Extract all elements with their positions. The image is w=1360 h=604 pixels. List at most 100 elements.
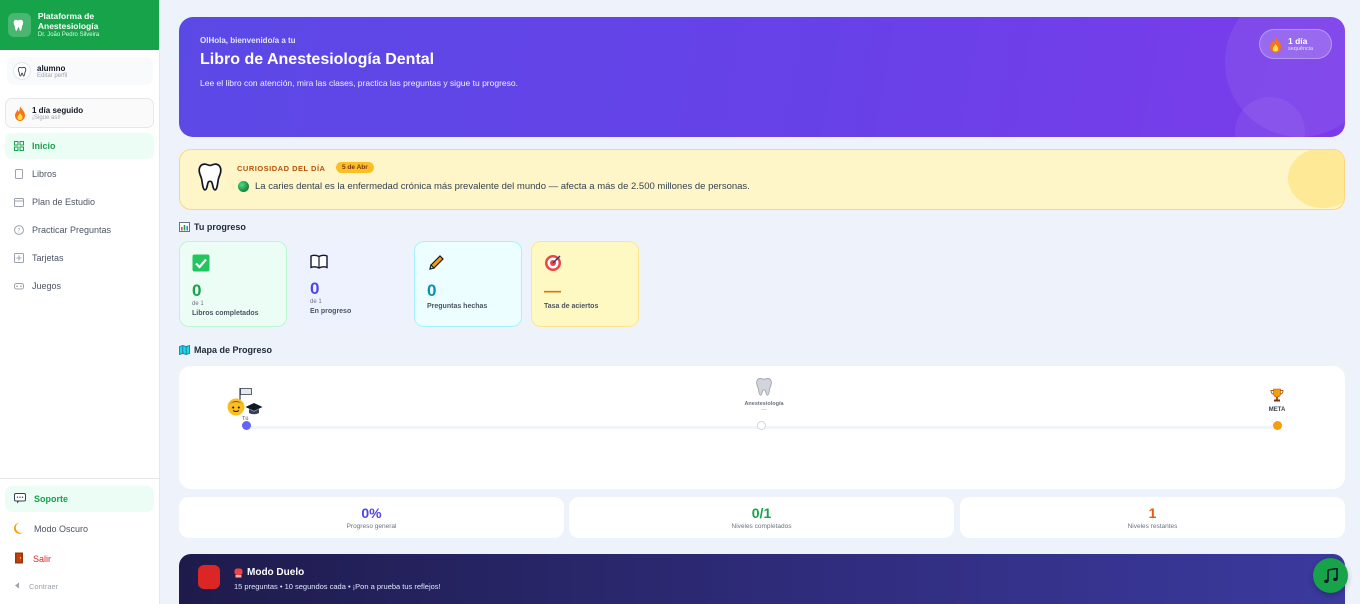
collapse-label: Contraer — [29, 581, 59, 591]
cards-icon — [14, 253, 24, 263]
goal-node: META — [1259, 388, 1295, 413]
tooth-icon — [198, 163, 222, 191]
streak-badge-subtitle: sequência — [1288, 46, 1314, 52]
level-dot — [757, 421, 766, 430]
curiosity-text: La caries dental es la enfermedad crónic… — [238, 181, 750, 192]
fire-icon — [1270, 35, 1281, 53]
sidebar-nav: Inicio Libros Plan de Estudio ? Practica… — [5, 133, 154, 301]
sidebar: Plataforma de Anestesiología Dr. João Pe… — [0, 0, 160, 604]
level-sublabel: — — [761, 407, 767, 413]
sidebar-item-label: Juegos — [32, 281, 62, 291]
globe-icon — [238, 181, 249, 192]
you-position-dot — [242, 421, 251, 430]
sidebar-item-label: Inicio — [32, 141, 56, 151]
dark-mode-label: Modo Oscuro — [34, 524, 89, 534]
boxing-glove-small-icon — [234, 568, 243, 577]
duel-title: Modo Duelo — [234, 567, 304, 578]
level-node-anestesiologia[interactable]: Anestesiología — — [734, 377, 794, 413]
accuracy-card: — Tasa de aciertos — [531, 241, 639, 327]
streak-card: 1 día seguido ¡Sigue así! — [5, 98, 154, 128]
goal-label: META — [1268, 407, 1286, 413]
sidebar-item-tarjetas[interactable]: Tarjetas — [5, 245, 154, 271]
sidebar-item-inicio[interactable]: Inicio — [5, 133, 154, 159]
streak-subtitle: ¡Sigue así! — [32, 114, 61, 121]
map-icon — [179, 345, 190, 355]
help-circle-icon: ? — [14, 225, 24, 235]
graduation-cap-icon — [245, 403, 263, 415]
summary-label: Niveles completados — [731, 523, 792, 530]
goal-dot — [1273, 421, 1282, 430]
curiosity-decoration — [1288, 150, 1344, 208]
target-icon — [545, 255, 561, 271]
brand-title: Plataforma de Anestesiología — [37, 10, 99, 31]
profile-card[interactable]: alumno Editar perfil — [7, 57, 153, 85]
progress-map: Tú Anestesiología — META — [179, 366, 1345, 489]
streak-badge: 1 día sequência — [1259, 29, 1332, 59]
levels-remaining-card: 1 Niveles restantes — [960, 497, 1345, 538]
sidebar-footer: Soporte Modo Oscuro Salir Contraer — [0, 478, 159, 600]
stat-label: Preguntas hechas — [427, 303, 488, 310]
stat-sub: de 1 — [310, 299, 322, 305]
welcome-hero: OlHola, bienvenido/a a tu Libro de Anest… — [179, 17, 1345, 137]
map-section-title: Mapa de Progreso — [179, 345, 272, 355]
curiosity-date-badge: 5 de Abr — [336, 162, 374, 173]
duel-subtitle: 15 preguntas • 10 segundos cada • ¡Pon a… — [234, 582, 441, 591]
music-note-icon — [1323, 567, 1338, 583]
map-title-text: Mapa de Progreso — [194, 345, 273, 355]
brand-subtitle: Dr. João Pedro Silveira — [37, 31, 100, 38]
streak-title: 1 día seguido — [32, 105, 84, 115]
summary-value: 0% — [361, 505, 382, 521]
check-icon — [192, 254, 210, 272]
stat-value: — — [544, 281, 561, 300]
sidebar-item-practicar-preguntas[interactable]: ? Practicar Preguntas — [5, 217, 154, 243]
curiosity-fact: La caries dental es la enfermedad crónic… — [255, 181, 750, 192]
tooth-logo-icon — [8, 13, 31, 37]
summary-label: Niveles restantes — [1127, 523, 1178, 530]
sidebar-item-label: Practicar Preguntas — [32, 225, 112, 235]
fire-icon — [15, 105, 25, 121]
hero-kicker: OlHola, bienvenido/a a tu — [200, 36, 296, 45]
collapse-sidebar-button[interactable]: Contraer — [5, 576, 154, 596]
progress-title-text: Tu progreso — [194, 222, 246, 232]
pencil-icon — [429, 255, 444, 270]
progress-section-title: Tu progreso — [179, 222, 246, 232]
support-label: Soporte — [34, 494, 69, 504]
hero-description: Lee el libro con atención, mira las clas… — [200, 78, 518, 88]
chat-icon — [14, 492, 26, 506]
sidebar-item-label: Tarjetas — [32, 253, 64, 263]
brand-header[interactable]: Plataforma de Anestesiología Dr. João Pe… — [0, 0, 159, 50]
gamepad-icon — [14, 281, 24, 291]
stat-label: En progreso — [310, 308, 352, 315]
summary-value: 0/1 — [751, 505, 772, 521]
curiosity-card: CURIOSIDAD DEL DÍA 5 de Abr La caries de… — [179, 149, 1345, 210]
student-avatar-icon — [227, 398, 245, 416]
logout-button[interactable]: Salir — [5, 546, 154, 572]
stat-label: Libros completados — [192, 310, 259, 317]
edit-profile-link[interactable]: Editar perfil — [37, 73, 67, 79]
sidebar-item-label: Libros — [32, 169, 57, 179]
trophy-icon — [1270, 388, 1284, 402]
stat-sub: de 1 — [192, 301, 204, 307]
bar-chart-icon — [179, 222, 190, 232]
sidebar-item-juegos[interactable]: Juegos — [5, 273, 154, 299]
svg-text:?: ? — [17, 227, 20, 234]
hero-title: Libro de Anestesiología Dental — [200, 51, 435, 68]
sidebar-item-plan-de-estudio[interactable]: Plan de Estudio — [5, 189, 154, 215]
duel-title-text: Modo Duelo — [247, 567, 305, 578]
chevron-left-icon — [14, 582, 21, 591]
dark-mode-toggle[interactable]: Modo Oscuro — [5, 516, 154, 542]
questions-done-card: 0 Preguntas hechas — [414, 241, 522, 327]
sidebar-item-libros[interactable]: Libros — [5, 161, 154, 187]
summary-label: Progreso general — [346, 523, 397, 530]
stat-value: 0 — [310, 279, 320, 298]
streak-badge-title: 1 día — [1288, 36, 1308, 46]
curiosity-label: CURIOSIDAD DEL DÍA — [237, 164, 326, 173]
summary-value: 1 — [1148, 505, 1157, 521]
moon-icon — [13, 522, 26, 536]
support-button[interactable]: Soporte — [5, 486, 154, 512]
books-completed-card: 0 de 1 Libros completados — [179, 241, 287, 327]
duel-mode-banner[interactable]: Modo Duelo 15 preguntas • 10 segundos ca… — [179, 554, 1345, 604]
tooth-level-icon — [756, 378, 772, 396]
music-toggle-button[interactable] — [1313, 558, 1348, 593]
overall-progress-card: 0% Progreso general — [179, 497, 564, 538]
